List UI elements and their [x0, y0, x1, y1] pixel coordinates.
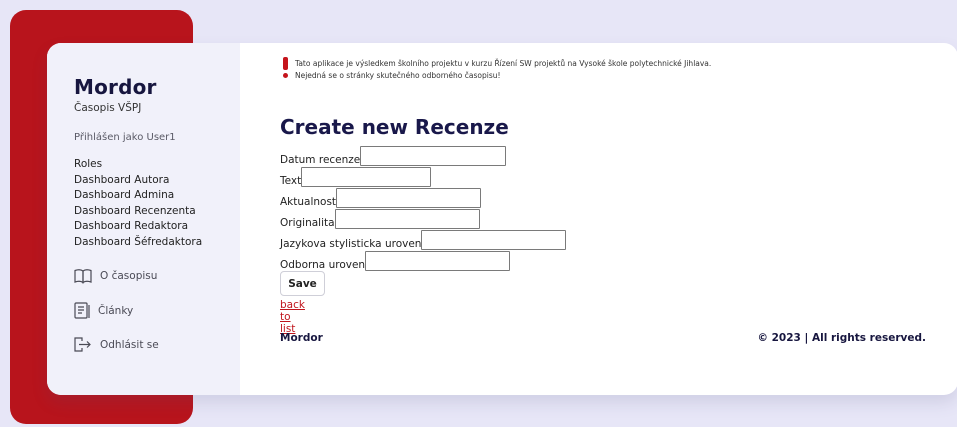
notice-text: Tato aplikace je výsledkem školního proj… [295, 58, 711, 82]
form-row-aktualnost: Aktualnost [280, 188, 482, 208]
jazykova-stylisticka-uroven-input[interactable] [421, 230, 567, 250]
nav-item-dashboard-autora[interactable]: Dashboard Autora [74, 173, 202, 189]
brand-title: Mordor [74, 75, 157, 99]
originalita-input[interactable] [334, 209, 480, 229]
dashboard-nav: Roles Dashboard Autora Dashboard Admina … [74, 157, 202, 250]
text-input[interactable] [301, 167, 432, 187]
nav-item-dashboard-redaktora[interactable]: Dashboard Redaktora [74, 219, 202, 235]
logged-in-user: Přihlášen jako User1 [74, 132, 176, 143]
logout-icon [74, 337, 91, 352]
logout-link[interactable]: Odhlásit se [74, 336, 159, 353]
notice-line-1: Tato aplikace je výsledkem školního proj… [295, 59, 712, 68]
datum-recenze-input[interactable] [360, 146, 507, 166]
field-label: Odborna uroven [280, 259, 366, 271]
page-title: Create new Recenze [280, 115, 509, 139]
nav-about-link[interactable]: O časopisu [74, 268, 157, 284]
form-row-jazykova-stylisticka-uroven: Jazykova stylisticka uroven [280, 230, 567, 250]
form-row-odborna-uroven: Odborna uroven [280, 251, 511, 271]
footer-copyright: © 2023 | All rights reserved. [757, 332, 926, 344]
nav-articles-label: Články [98, 304, 134, 317]
field-label: Jazykova stylisticka uroven [280, 238, 422, 250]
sidebar: Mordor Časopis VŠPJ Přihlášen jako User1… [47, 43, 240, 395]
field-label: Originalita [280, 217, 335, 229]
form-row-originalita: Originalita [280, 209, 480, 229]
nav-item-dashboard-sefredaktora[interactable]: Dashboard Šéfredaktora [74, 235, 202, 251]
field-label: Datum recenze [280, 154, 361, 166]
footer-brand: Mordor [280, 332, 323, 344]
nav-item-roles[interactable]: Roles [74, 157, 202, 173]
nav-item-dashboard-recenzenta[interactable]: Dashboard Recenzenta [74, 204, 202, 220]
nav-item-dashboard-admina[interactable]: Dashboard Admina [74, 188, 202, 204]
brand-subtitle: Časopis VŠPJ [74, 102, 142, 114]
odborna-uroven-input[interactable] [365, 251, 511, 271]
nav-articles-link[interactable]: Články [74, 302, 133, 319]
exclamation-icon [282, 57, 288, 78]
aktualnost-input[interactable] [336, 188, 482, 208]
book-icon [74, 269, 92, 284]
field-label: Text [280, 175, 302, 187]
form-row-datum-recenze: Datum recenze [280, 146, 507, 166]
notice-line-2: Nejedná se o stránky skutečného odbornéh… [295, 71, 501, 80]
back-to-list-link[interactable]: back to list [280, 299, 305, 335]
document-icon [74, 302, 90, 319]
logout-label: Odhlásit se [100, 338, 159, 351]
field-label: Aktualnost [280, 196, 337, 208]
nav-about-label: O časopisu [100, 270, 158, 282]
form-row-text: Text [280, 167, 432, 187]
app-card: Mordor Časopis VŠPJ Přihlášen jako User1… [47, 43, 957, 395]
save-button[interactable]: Save [280, 271, 325, 296]
